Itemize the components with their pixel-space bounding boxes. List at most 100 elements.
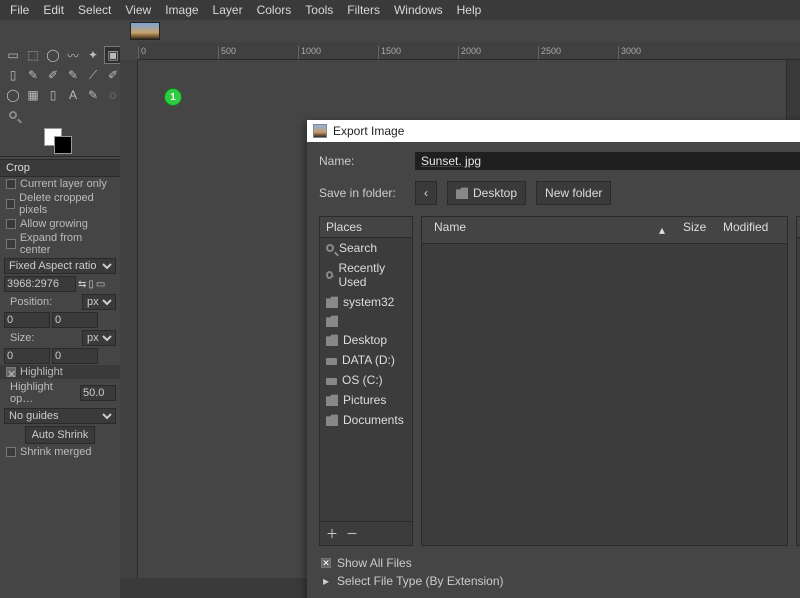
crop-opt-check-2[interactable] (6, 219, 16, 229)
color-swatches[interactable] (0, 126, 120, 154)
size-w-input[interactable] (4, 348, 50, 364)
places-header: Places (320, 217, 412, 238)
places-item-documents[interactable]: Documents (320, 410, 412, 430)
folder-label: Save in folder: (319, 186, 405, 200)
tool-7[interactable]: ✎ (24, 66, 42, 84)
show-all-files-toggle[interactable]: ✕ (321, 558, 331, 568)
filename-input[interactable] (415, 152, 800, 170)
tool-14[interactable]: ▯ (44, 86, 62, 104)
tool-options-title: Crop (0, 159, 120, 177)
tool-4[interactable]: ✦ (84, 46, 102, 64)
drive-icon (326, 358, 337, 365)
shrink-merged-check[interactable] (6, 447, 16, 457)
path-segment-newfolder[interactable]: New folder (536, 181, 611, 205)
drive-icon (326, 378, 337, 385)
tool-0[interactable]: ▭ (4, 46, 22, 64)
tool-12[interactable]: ◯ (4, 86, 22, 104)
pos-x-input[interactable] (4, 312, 50, 328)
menu-view[interactable]: View (119, 1, 157, 19)
col-name[interactable]: Name ▴ (422, 217, 677, 243)
col-size[interactable]: Size (677, 217, 717, 243)
tool-search[interactable] (4, 106, 22, 124)
crop-opt-check-0[interactable] (6, 179, 16, 189)
folder-icon (326, 394, 338, 406)
crop-opt-check-1[interactable] (6, 199, 15, 209)
size-unit[interactable]: px (82, 330, 116, 346)
menu-windows[interactable]: Windows (388, 1, 449, 19)
menu-help[interactable]: Help (451, 1, 488, 19)
menu-select[interactable]: Select (72, 1, 117, 19)
ruler-horizontal: 050010001500200025003000 (138, 42, 800, 60)
highlight-check[interactable]: ✕ (6, 367, 16, 377)
menu-image[interactable]: Image (159, 1, 204, 19)
orient-portrait-icon[interactable]: ▯ (88, 279, 94, 290)
places-item-system32[interactable]: system32 (320, 292, 412, 312)
menu-bar: FileEditSelectViewImageLayerColorsToolsF… (0, 0, 800, 20)
orient-landscape-icon[interactable]: ▭ (96, 279, 105, 290)
tool-2[interactable]: ◯ (44, 46, 62, 64)
col-modified[interactable]: Modified (717, 217, 787, 243)
ruler-vertical (120, 60, 138, 598)
menu-file[interactable]: File (4, 1, 35, 19)
menu-colors[interactable]: Colors (251, 1, 298, 19)
export-image-dialog: Export Image ✕ Name: Save in folder: ‹ D… (307, 120, 800, 598)
folder-icon (456, 187, 468, 199)
tool-3[interactable]: 〰 (64, 46, 82, 64)
places-item-recently-used[interactable]: Recently Used (320, 258, 412, 292)
sort-asc-icon[interactable]: ▴ (653, 220, 671, 240)
folder-icon (326, 414, 338, 426)
places-add-button[interactable]: ＋ (326, 525, 338, 542)
menu-tools[interactable]: Tools (299, 1, 339, 19)
menu-edit[interactable]: Edit (37, 1, 70, 19)
callout-marker-1: 1 (164, 88, 182, 106)
select-filetype-label[interactable]: Select File Type (By Extension) (337, 574, 504, 588)
bg-color[interactable] (54, 136, 72, 154)
places-item-data-d-[interactable]: DATA (D:) (320, 350, 412, 370)
path-segment-desktop[interactable]: Desktop (447, 181, 526, 205)
menu-filters[interactable]: Filters (341, 1, 386, 19)
tool-13[interactable]: ▦ (24, 86, 42, 104)
tool-15[interactable]: A (64, 86, 82, 104)
path-back-button[interactable]: ‹ (415, 181, 437, 205)
places-item-blank[interactable] (320, 312, 412, 330)
tool-1[interactable]: ⬚ (24, 46, 42, 64)
image-tab-thumbnail[interactable] (130, 22, 160, 40)
size-h-input[interactable] (52, 348, 98, 364)
auto-shrink-button[interactable]: Auto Shrink (25, 426, 96, 444)
tool-8[interactable]: ✐ (44, 66, 62, 84)
highlight-op-input[interactable] (80, 385, 116, 401)
tool-9[interactable]: ✎ (64, 66, 82, 84)
tool-16[interactable]: ✎ (84, 86, 102, 104)
shrink-merged-label: Shrink merged (20, 446, 92, 458)
left-panel: ▭⬚◯〰✦▣▯✎✐✎⟋✐◯▦▯A✎◌ Crop Current layer on… (0, 42, 120, 598)
places-item-desktop[interactable]: Desktop (320, 330, 412, 350)
aspect-mode-select[interactable]: Fixed Aspect ratio (4, 258, 116, 274)
guides-select[interactable]: No guides (4, 408, 116, 424)
tab-strip (0, 20, 800, 42)
crop-opt-check-3[interactable] (6, 239, 16, 249)
position-unit[interactable]: px (82, 294, 116, 310)
pos-y-input[interactable] (52, 312, 98, 328)
file-list-panel[interactable]: Name ▴ Size Modified (421, 216, 788, 546)
menu-layer[interactable]: Layer (207, 1, 249, 19)
folder-icon (326, 296, 338, 308)
mag-icon (326, 244, 334, 252)
expand-filetype-icon[interactable]: ▸ (321, 574, 331, 588)
preview-panel: Preview ? No selection (796, 216, 800, 546)
size-label: Size: (4, 331, 40, 345)
canvas-area: 050010001500200025003000 1 Export Image … (120, 42, 800, 598)
clock-icon (326, 271, 333, 279)
show-all-files-label: Show All Files (337, 556, 412, 570)
aspect-lock-icon[interactable]: ⇆ (78, 279, 86, 290)
tool-10[interactable]: ⟋ (84, 66, 102, 84)
places-item-pictures[interactable]: Pictures (320, 390, 412, 410)
dialog-titlebar[interactable]: Export Image ✕ (307, 120, 800, 142)
places-panel: Places SearchRecently Usedsystem32 Deskto… (319, 216, 413, 546)
aspect-value-input[interactable] (4, 276, 76, 292)
toolbox: ▭⬚◯〰✦▣▯✎✐✎⟋✐◯▦▯A✎◌ (0, 42, 120, 126)
places-item-os-c-[interactable]: OS (C:) (320, 370, 412, 390)
position-label: Position: (4, 295, 58, 309)
tool-6[interactable]: ▯ (4, 66, 22, 84)
places-remove-button[interactable]: － (346, 525, 358, 542)
places-item-search[interactable]: Search (320, 238, 412, 258)
